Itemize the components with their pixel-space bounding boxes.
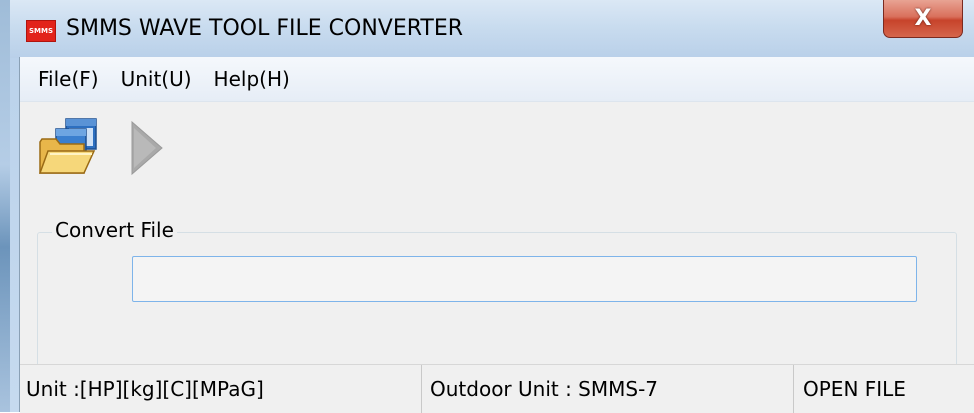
open-file-button[interactable] bbox=[38, 118, 98, 176]
toolbar bbox=[20, 102, 974, 186]
app-icon: SMMS bbox=[26, 20, 56, 42]
status-bar: Unit :[HP][kg][C][MPaG] Outdoor Unit : S… bbox=[20, 364, 974, 413]
convert-file-path-field[interactable] bbox=[132, 256, 917, 302]
run-convert-button[interactable] bbox=[130, 120, 164, 176]
convert-file-label: Convert File bbox=[52, 218, 177, 242]
menu-bar: File(F) Unit(U) Help(H) bbox=[20, 57, 974, 102]
window-frame-left bbox=[0, 0, 10, 412]
play-icon bbox=[131, 120, 163, 176]
convert-file-group: Convert File bbox=[37, 218, 957, 368]
status-outdoor-unit: Outdoor Unit : SMMS-7 bbox=[422, 365, 794, 413]
close-button[interactable]: X bbox=[883, 0, 963, 38]
menu-file[interactable]: File(F) bbox=[20, 67, 110, 91]
menu-help[interactable]: Help(H) bbox=[203, 67, 301, 91]
menu-unit[interactable]: Unit(U) bbox=[110, 67, 203, 91]
client-area: File(F) Unit(U) Help(H) Convert File Uni… bbox=[19, 57, 974, 413]
close-icon: X bbox=[914, 6, 932, 31]
title-bar[interactable]: SMMS SMMS WAVE TOOL FILE CONVERTER bbox=[10, 0, 974, 58]
open-folder-icon bbox=[38, 118, 97, 174]
status-unit: Unit :[HP][kg][C][MPaG] bbox=[20, 365, 422, 413]
status-open-file: OPEN FILE bbox=[803, 377, 906, 401]
window-title: SMMS WAVE TOOL FILE CONVERTER bbox=[66, 16, 464, 41]
app-window: SMMS SMMS WAVE TOOL FILE CONVERTER X Fil… bbox=[0, 0, 974, 413]
